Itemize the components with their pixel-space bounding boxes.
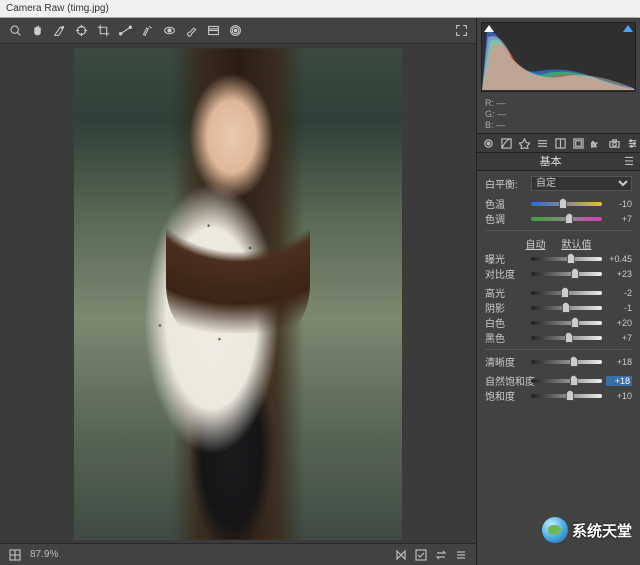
saturation-label: 饱和度 <box>485 388 527 403</box>
statusbar: 87.9% <box>0 543 476 565</box>
panel-title: 基本 ☰ <box>477 153 640 171</box>
graduated-filter-tool-icon[interactable] <box>204 22 222 40</box>
exposure-label: 曝光 <box>485 251 527 266</box>
clarity-slider[interactable] <box>531 360 602 364</box>
tint-slider[interactable] <box>531 217 602 221</box>
redeye-tool-icon[interactable] <box>160 22 178 40</box>
menu-icon[interactable] <box>454 548 468 562</box>
basic-panel: 白平衡: 自定 色温-10 色调+7 自动默认值 曝光+0.45 对比度+23 … <box>477 171 640 407</box>
hand-tool-icon[interactable] <box>28 22 46 40</box>
preview-image <box>74 48 402 540</box>
exposure-slider[interactable] <box>531 257 602 261</box>
highlights-slider[interactable] <box>531 291 602 295</box>
curve-tab-icon[interactable] <box>501 137 512 150</box>
image-canvas[interactable] <box>0 44 476 543</box>
blacks-slider[interactable] <box>531 336 602 340</box>
main-pane: 87.9% <box>0 18 476 565</box>
b-label: B: <box>485 120 494 130</box>
color-sampler-tool-icon[interactable] <box>72 22 90 40</box>
temp-slider[interactable] <box>531 202 602 206</box>
auto-link[interactable]: 自动 <box>526 236 546 251</box>
fx-tab-icon[interactable]: fx <box>591 137 602 150</box>
svg-text:fx: fx <box>591 140 597 149</box>
wb-label: 白平衡: <box>485 176 527 191</box>
saturation-slider[interactable] <box>531 394 602 398</box>
adjustment-brush-tool-icon[interactable] <box>182 22 200 40</box>
window-title: Camera Raw (timg.jpg) <box>6 3 109 14</box>
white-balance-tool-icon[interactable] <box>50 22 68 40</box>
presets-tab-icon[interactable] <box>627 137 638 150</box>
clarity-value[interactable]: +18 <box>606 357 632 367</box>
shadows-value[interactable]: -1 <box>606 303 632 313</box>
whites-slider[interactable] <box>531 321 602 325</box>
r-label: R: <box>485 98 494 108</box>
panel-tabs: fx <box>477 133 640 153</box>
side-panel: R: — G: — B: — fx 基本 ☰ 白平衡: 自定 色温 -10 <box>476 18 640 565</box>
app-frame: 87.9% R: — G: — B: — <box>0 18 640 565</box>
hsl-tab-icon[interactable] <box>537 137 548 150</box>
shadows-slider[interactable] <box>531 306 602 310</box>
split-tab-icon[interactable] <box>555 137 566 150</box>
mark-icon[interactable] <box>414 548 428 562</box>
blacks-label: 黑色 <box>485 330 527 345</box>
rgb-readout: R: — G: — B: — <box>477 96 640 133</box>
whites-value[interactable]: +20 <box>606 318 632 328</box>
tint-value[interactable]: +7 <box>606 214 632 224</box>
whites-label: 白色 <box>485 315 527 330</box>
swap-icon[interactable] <box>434 548 448 562</box>
saturation-value[interactable]: +10 <box>606 391 632 401</box>
default-link[interactable]: 默认值 <box>562 236 592 251</box>
crop-tool-icon[interactable] <box>94 22 112 40</box>
zoom-tool-icon[interactable] <box>6 22 24 40</box>
basic-tab-icon[interactable] <box>483 137 494 150</box>
straighten-tool-icon[interactable] <box>116 22 134 40</box>
vibrance-label: 自然饱和度 <box>485 373 527 388</box>
detail-tab-icon[interactable] <box>519 137 530 150</box>
contrast-label: 对比度 <box>485 266 527 281</box>
contrast-value[interactable]: +23 <box>606 269 632 279</box>
blacks-value[interactable]: +7 <box>606 333 632 343</box>
spot-removal-tool-icon[interactable] <box>138 22 156 40</box>
toolbar <box>0 18 476 44</box>
g-label: G: <box>485 109 495 119</box>
zoom-level[interactable]: 87.9% <box>30 549 58 560</box>
clarity-label: 清晰度 <box>485 354 527 369</box>
fullscreen-toggle-icon[interactable] <box>452 22 470 40</box>
highlights-label: 高光 <box>485 285 527 300</box>
before-after-icon[interactable] <box>394 548 408 562</box>
camera-tab-icon[interactable] <box>609 137 620 150</box>
shadows-label: 阴影 <box>485 300 527 315</box>
vibrance-slider[interactable] <box>531 379 602 383</box>
panel-menu-icon[interactable]: ☰ <box>624 153 634 171</box>
histogram[interactable] <box>481 22 636 92</box>
temp-value[interactable]: -10 <box>606 199 632 209</box>
zoom-grid-icon[interactable] <box>8 548 22 562</box>
window-titlebar: Camera Raw (timg.jpg) <box>0 0 640 18</box>
tint-label: 色调 <box>485 211 527 226</box>
vibrance-value[interactable]: +18 <box>606 376 632 386</box>
contrast-slider[interactable] <box>531 272 602 276</box>
radial-filter-tool-icon[interactable] <box>226 22 244 40</box>
temp-label: 色温 <box>485 196 527 211</box>
lens-tab-icon[interactable] <box>573 137 584 150</box>
wb-select[interactable]: 自定 <box>531 176 632 191</box>
highlights-value[interactable]: -2 <box>606 288 632 298</box>
exposure-value[interactable]: +0.45 <box>606 254 632 264</box>
